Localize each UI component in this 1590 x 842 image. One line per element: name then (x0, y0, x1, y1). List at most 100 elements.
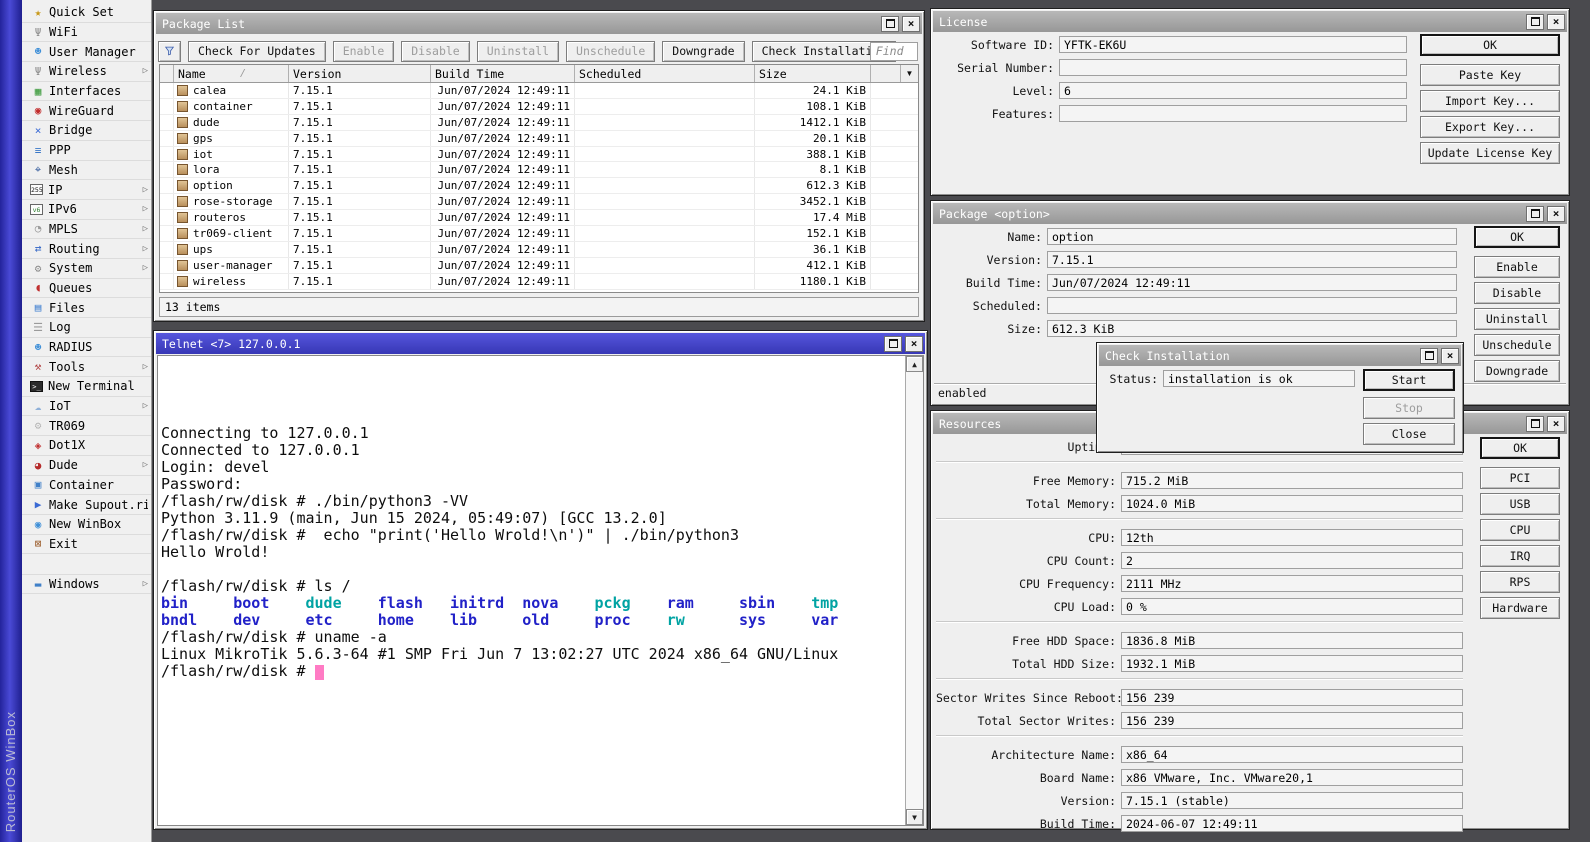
package-row[interactable]: ups7.15.1Jun/07/2024 12:49:1136.1 KiB (160, 242, 918, 258)
column-header-version[interactable]: Version (289, 65, 431, 82)
cpu-button[interactable]: CPU (1480, 519, 1560, 541)
package-option-titlebar[interactable]: Package <option> × (933, 203, 1567, 224)
close-button[interactable]: × (905, 336, 923, 352)
sidebar-item-tools[interactable]: ⚒Tools▷ (22, 357, 151, 377)
sidebar-item-dot1x[interactable]: ◈Dot1X (22, 436, 151, 456)
check-installation-titlebar[interactable]: Check Installation × (1099, 345, 1461, 366)
cpu-load-field[interactable]: 0 % (1121, 598, 1463, 615)
sector-writes-since-reboot-field[interactable]: 156 239 (1121, 689, 1463, 706)
check-for-updates-button[interactable]: Check For Updates (188, 41, 326, 62)
package-row[interactable]: rose-storage7.15.1Jun/07/2024 12:49:1134… (160, 194, 918, 210)
close-button[interactable]: Close (1363, 423, 1455, 445)
close-button[interactable]: × (1547, 206, 1565, 222)
total-memory-field[interactable]: 1024.0 MiB (1121, 495, 1463, 512)
close-button[interactable]: × (902, 16, 920, 32)
scroll-up-button[interactable]: ▲ (906, 356, 923, 372)
sidebar-item-container[interactable]: ▣Container (22, 476, 151, 496)
sidebar-item-tr069[interactable]: ⚙TR069 (22, 416, 151, 436)
uninstall-button[interactable]: Uninstall (1474, 308, 1560, 330)
find-button[interactable]: Find (870, 42, 918, 61)
sidebar-item-queues[interactable]: ◖Queues (22, 279, 151, 299)
maximize-button[interactable] (881, 16, 899, 32)
close-button[interactable]: × (1547, 14, 1565, 30)
maximize-button[interactable] (1526, 206, 1544, 222)
telnet-titlebar[interactable]: Telnet <7> 127.0.0.1 × (156, 333, 925, 354)
column-menu-button[interactable]: ▼ (900, 65, 918, 82)
sidebar-item-dude[interactable]: ◕Dude▷ (22, 456, 151, 476)
total-hdd-size-field[interactable]: 1932.1 MiB (1121, 655, 1463, 672)
serial-number-field[interactable] (1059, 59, 1407, 76)
sidebar-item-files[interactable]: ▤Files (22, 298, 151, 318)
package-row[interactable]: iot7.15.1Jun/07/2024 12:49:11388.1 KiB (160, 147, 918, 163)
paste-key-button[interactable]: Paste Key (1420, 64, 1560, 86)
package-row[interactable]: calea7.15.1Jun/07/2024 12:49:1124.1 KiB (160, 83, 918, 99)
close-button[interactable]: × (1547, 416, 1565, 432)
stop-button[interactable]: Stop (1363, 397, 1455, 419)
sidebar-item-iot[interactable]: ☁IoT▷ (22, 397, 151, 417)
package-row[interactable]: option7.15.1Jun/07/2024 12:49:11612.3 Ki… (160, 178, 918, 194)
scroll-down-button[interactable]: ▼ (906, 809, 923, 825)
rps-button[interactable]: RPS (1480, 571, 1560, 593)
disable-button[interactable]: Disable (401, 41, 469, 62)
export-key-button[interactable]: Export Key... (1420, 116, 1560, 138)
package-row[interactable]: routeros7.15.1Jun/07/2024 12:49:1117.4 M… (160, 210, 918, 226)
update-license-key-button[interactable]: Update License Key (1420, 142, 1560, 164)
ok-button[interactable]: OK (1420, 34, 1560, 56)
maximize-button[interactable] (884, 336, 902, 352)
package-list-titlebar[interactable]: Package List × (156, 13, 922, 34)
downgrade-button[interactable]: Downgrade (662, 41, 744, 62)
column-header-size[interactable]: Size (755, 65, 871, 82)
version-field[interactable]: 7.15.1 (1047, 251, 1457, 268)
maximize-button[interactable] (1526, 416, 1544, 432)
sidebar-item-mpls[interactable]: ◔MPLS▷ (22, 220, 151, 240)
free-memory-field[interactable]: 715.2 MiB (1121, 472, 1463, 489)
version-field[interactable]: 7.15.1 (stable) (1121, 792, 1463, 809)
license-titlebar[interactable]: License × (933, 11, 1567, 32)
board-name-field[interactable]: x86 VMware, Inc. VMware20,1 (1121, 769, 1463, 786)
total-sector-writes-field[interactable]: 156 239 (1121, 712, 1463, 729)
sidebar-item-interfaces[interactable]: ▦Interfaces (22, 82, 151, 102)
sidebar-item-exit[interactable]: ⊠Exit (22, 535, 151, 555)
sidebar-item-windows[interactable]: ▬Windows▷ (22, 574, 151, 594)
sidebar-item-ipv6[interactable]: v6IPv6▷ (22, 200, 151, 220)
sidebar-item-make-supout-rif[interactable]: ▶Make Supout.rif (22, 495, 151, 515)
column-header-scheduled[interactable]: Scheduled (575, 65, 755, 82)
unschedule-button[interactable]: Unschedule (566, 41, 655, 62)
features-field[interactable] (1059, 105, 1407, 122)
usb-button[interactable]: USB (1480, 493, 1560, 515)
maximize-button[interactable] (1526, 14, 1544, 30)
package-row[interactable]: wireless7.15.1Jun/07/2024 12:49:111180.1… (160, 274, 918, 290)
hardware-button[interactable]: Hardware (1480, 597, 1560, 619)
enable-button[interactable]: Enable (333, 41, 395, 62)
architecture-name-field[interactable]: x86_64 (1121, 746, 1463, 763)
build-time-field[interactable]: 2024-06-07 12:49:11 (1121, 815, 1463, 832)
package-row[interactable]: container7.15.1Jun/07/2024 12:49:11108.1… (160, 99, 918, 115)
sidebar-item-ppp[interactable]: ≡PPP (22, 141, 151, 161)
close-button[interactable]: × (1441, 348, 1459, 364)
package-row[interactable]: dude7.15.1Jun/07/2024 12:49:111412.1 KiB (160, 115, 918, 131)
sidebar-item-new-terminal[interactable]: >_New Terminal (22, 377, 151, 397)
sidebar-item-radius[interactable]: ☻RADIUS (22, 338, 151, 358)
size-field[interactable]: 612.3 KiB (1047, 320, 1457, 337)
cpu-count-field[interactable]: 2 (1121, 552, 1463, 569)
sidebar-item-bridge[interactable]: ×Bridge (22, 121, 151, 141)
enable-button[interactable]: Enable (1474, 256, 1560, 278)
cpu-frequency-field[interactable]: 2111 MHz (1121, 575, 1463, 592)
sidebar-item-user-manager[interactable]: ☻User Manager (22, 42, 151, 62)
downgrade-button[interactable]: Downgrade (1474, 360, 1560, 382)
pci-button[interactable]: PCI (1480, 467, 1560, 489)
sidebar-item-system[interactable]: ⚙System▷ (22, 259, 151, 279)
package-row[interactable]: lora7.15.1Jun/07/2024 12:49:118.1 KiB (160, 162, 918, 178)
import-key-button[interactable]: Import Key... (1420, 90, 1560, 112)
sidebar-item-routing[interactable]: ⇄Routing▷ (22, 239, 151, 259)
filter-button[interactable] (158, 41, 181, 62)
disable-button[interactable]: Disable (1474, 282, 1560, 304)
uninstall-button[interactable]: Uninstall (477, 41, 559, 62)
package-row[interactable]: tr069-client7.15.1Jun/07/2024 12:49:1115… (160, 226, 918, 242)
irq-button[interactable]: IRQ (1480, 545, 1560, 567)
maximize-button[interactable] (1420, 348, 1438, 364)
ok-button[interactable]: OK (1480, 437, 1560, 459)
package-row[interactable]: user-manager7.15.1Jun/07/2024 12:49:1141… (160, 258, 918, 274)
column-header-name[interactable]: Name / (174, 65, 289, 82)
build-time-field[interactable]: Jun/07/2024 12:49:11 (1047, 274, 1457, 291)
